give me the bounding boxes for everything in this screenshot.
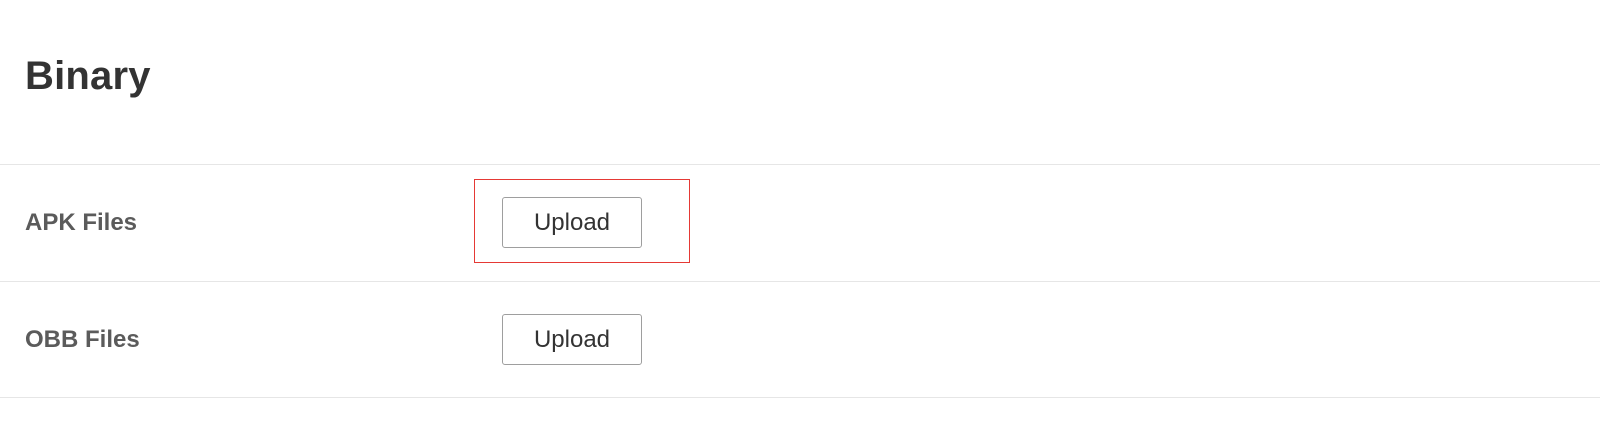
section-title: Binary <box>25 54 151 98</box>
apk-upload-button[interactable]: Upload <box>502 197 642 248</box>
obb-files-label: OBB Files <box>25 326 140 353</box>
obb-upload-button[interactable]: Upload <box>502 314 642 365</box>
binary-section: Binary APK Files Upload OBB Files Upload <box>0 0 1600 436</box>
apk-files-label: APK Files <box>25 209 138 236</box>
divider-bottom <box>0 397 1600 398</box>
divider-top <box>0 164 1600 165</box>
divider-middle <box>0 281 1600 282</box>
